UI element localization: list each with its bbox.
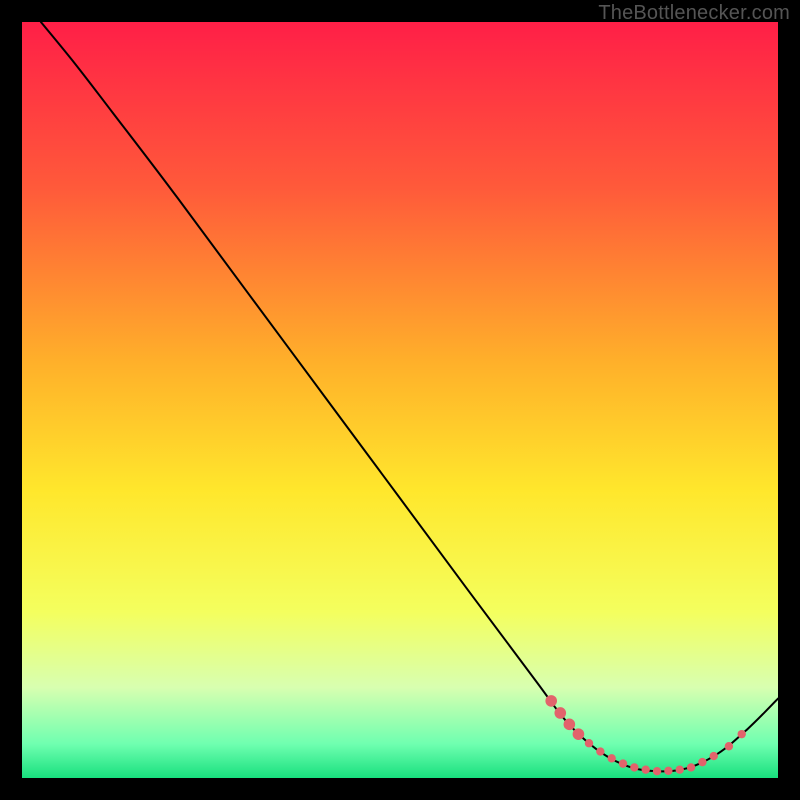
marker-dot — [573, 728, 585, 740]
marker-dot — [710, 752, 718, 760]
plot-panel — [22, 22, 778, 778]
marker-dot — [687, 763, 695, 771]
marker-dot — [607, 754, 615, 762]
marker-dot — [596, 747, 604, 755]
marker-dot — [554, 707, 566, 719]
marker-dot — [698, 758, 706, 766]
marker-dot — [630, 763, 638, 771]
marker-dot — [619, 759, 627, 767]
chart-root: TheBottlenecker.com — [0, 0, 800, 800]
marker-dot — [664, 767, 672, 775]
marker-dot — [564, 719, 576, 731]
marker-dot — [642, 765, 650, 773]
marker-dot — [725, 742, 733, 750]
marker-dot — [738, 730, 746, 738]
plot-svg — [22, 22, 778, 778]
marker-dot — [653, 767, 661, 775]
marker-dot — [676, 765, 684, 773]
marker-dot — [545, 695, 557, 707]
marker-dot — [585, 739, 593, 747]
gradient-background — [22, 22, 778, 778]
